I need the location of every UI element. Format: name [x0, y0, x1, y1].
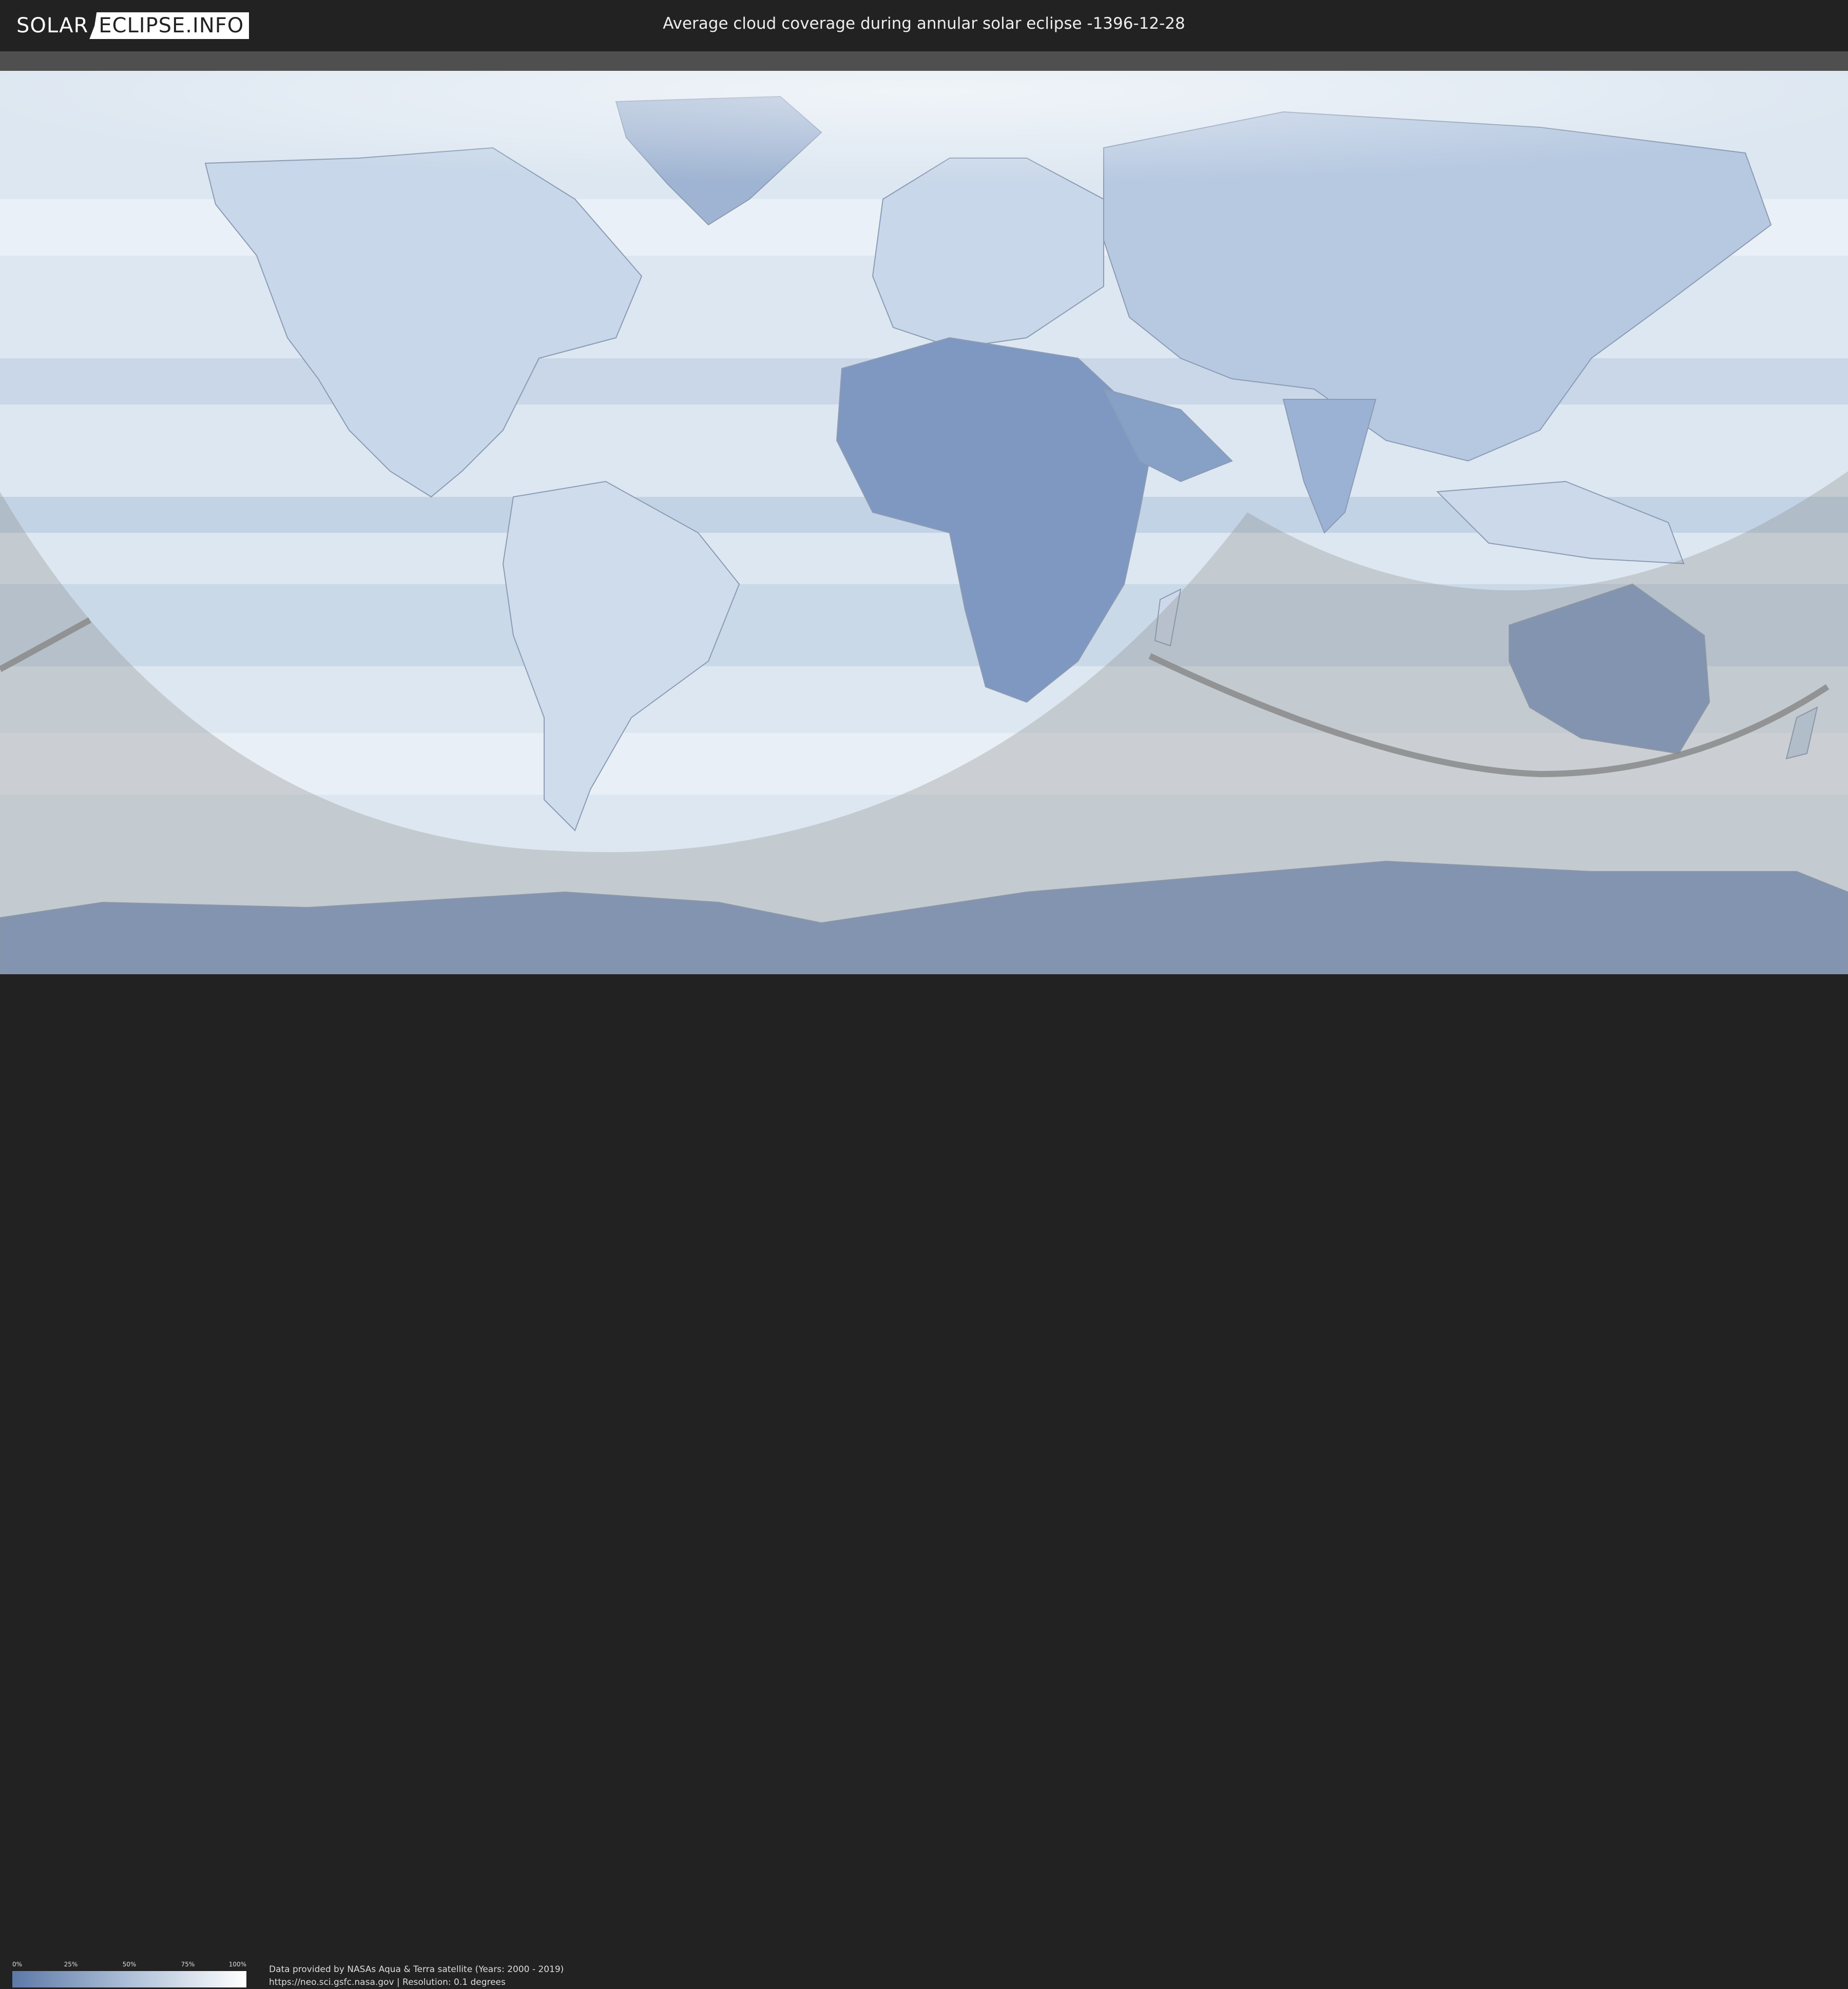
- legend-tick-labels: 0% 25% 50% 75% 100%: [12, 1961, 246, 1969]
- credit-line-source: Data provided by NASAs Aqua & Terra sate…: [269, 1964, 564, 1975]
- cloud-coverage-map[interactable]: [0, 71, 1848, 974]
- map-top-strip: [0, 51, 1848, 71]
- legend-gradient-bar: [12, 1971, 246, 1987]
- header-bar: SOLAR ECLIPSE.INFO Average cloud coverag…: [0, 0, 1848, 51]
- footer-bar: 0% 25% 50% 75% 100% Data provided by NAS…: [0, 974, 1848, 1987]
- page-title: Average cloud coverage during annular so…: [663, 14, 1185, 33]
- credit-line-url: https://neo.sci.gsfc.nasa.gov | Resoluti…: [269, 1977, 506, 1987]
- legend-tick-100: 100%: [228, 1961, 246, 1968]
- data-credits: Data provided by NASAs Aqua & Terra sate…: [269, 1963, 564, 1989]
- legend-tick-25: 25%: [64, 1961, 78, 1968]
- cloud-coverage-legend: 0% 25% 50% 75% 100%: [12, 1961, 246, 1987]
- legend-tick-0: 0%: [12, 1961, 23, 1968]
- legend-tick-75: 75%: [181, 1961, 195, 1968]
- legend-tick-50: 50%: [122, 1961, 137, 1968]
- world-map-svg: [0, 71, 1848, 974]
